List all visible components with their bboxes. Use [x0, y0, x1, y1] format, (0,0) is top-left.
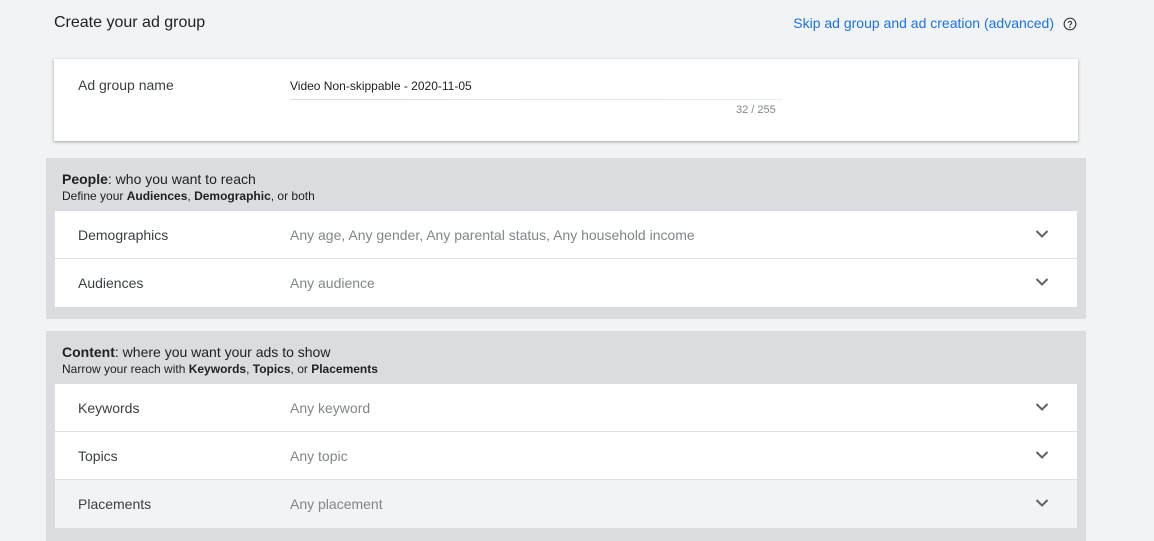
keywords-value: Any keyword: [290, 400, 371, 416]
ad-group-name-card: Ad group name 32 / 255: [54, 59, 1078, 141]
audiences-value: Any audience: [290, 275, 375, 291]
content-section-title: Content: where you want your ads to show: [62, 344, 331, 360]
keywords-label: Keywords: [78, 400, 140, 416]
ad-group-name-underline: [290, 99, 782, 100]
keywords-row[interactable]: Keywords Any keyword: [55, 384, 1077, 432]
content-section-subtitle: Narrow your reach with Keywords, Topics,…: [62, 362, 378, 376]
topics-row[interactable]: Topics Any topic: [55, 432, 1077, 480]
people-section-title: People: who you want to reach: [62, 171, 256, 187]
demographics-row[interactable]: Demographics Any age, Any gender, Any pa…: [55, 211, 1077, 259]
people-section-header: People: who you want to reach Define you…: [62, 171, 315, 204]
chevron-down-icon[interactable]: [1035, 498, 1049, 508]
audiences-label: Audiences: [78, 275, 144, 291]
chevron-down-icon[interactable]: [1035, 229, 1049, 239]
char-counter: 32 / 255: [736, 104, 776, 116]
placements-row[interactable]: Placements Any placement: [55, 480, 1077, 528]
topics-label: Topics: [78, 448, 118, 464]
ad-group-name-label: Ad group name: [78, 77, 174, 93]
demographics-label: Demographics: [78, 227, 169, 243]
people-section-subtitle: Define your Audiences, Demographic, or b…: [62, 189, 315, 203]
help-circle-icon[interactable]: [1063, 17, 1077, 31]
demographics-value: Any age, Any gender, Any parental status…: [290, 227, 695, 243]
content-targeting-list: Keywords Any keyword Topics Any topic Pl…: [54, 383, 1078, 529]
placements-label: Placements: [78, 496, 152, 512]
content-section: Content: where you want your ads to show…: [46, 331, 1086, 541]
chevron-down-icon[interactable]: [1035, 277, 1049, 287]
content-section-header: Content: where you want your ads to show…: [62, 344, 378, 377]
audiences-row[interactable]: Audiences Any audience: [55, 259, 1077, 307]
chevron-down-icon[interactable]: [1035, 450, 1049, 460]
placements-value: Any placement: [290, 496, 383, 512]
topics-value: Any topic: [290, 448, 348, 464]
ad-group-name-input[interactable]: [290, 75, 780, 97]
chevron-down-icon[interactable]: [1035, 402, 1049, 412]
people-section: People: who you want to reach Define you…: [46, 158, 1086, 319]
skip-ad-group-link[interactable]: Skip ad group and ad creation (advanced): [793, 15, 1054, 31]
page-title: Create your ad group: [54, 14, 206, 31]
people-targeting-list: Demographics Any age, Any gender, Any pa…: [54, 210, 1078, 308]
